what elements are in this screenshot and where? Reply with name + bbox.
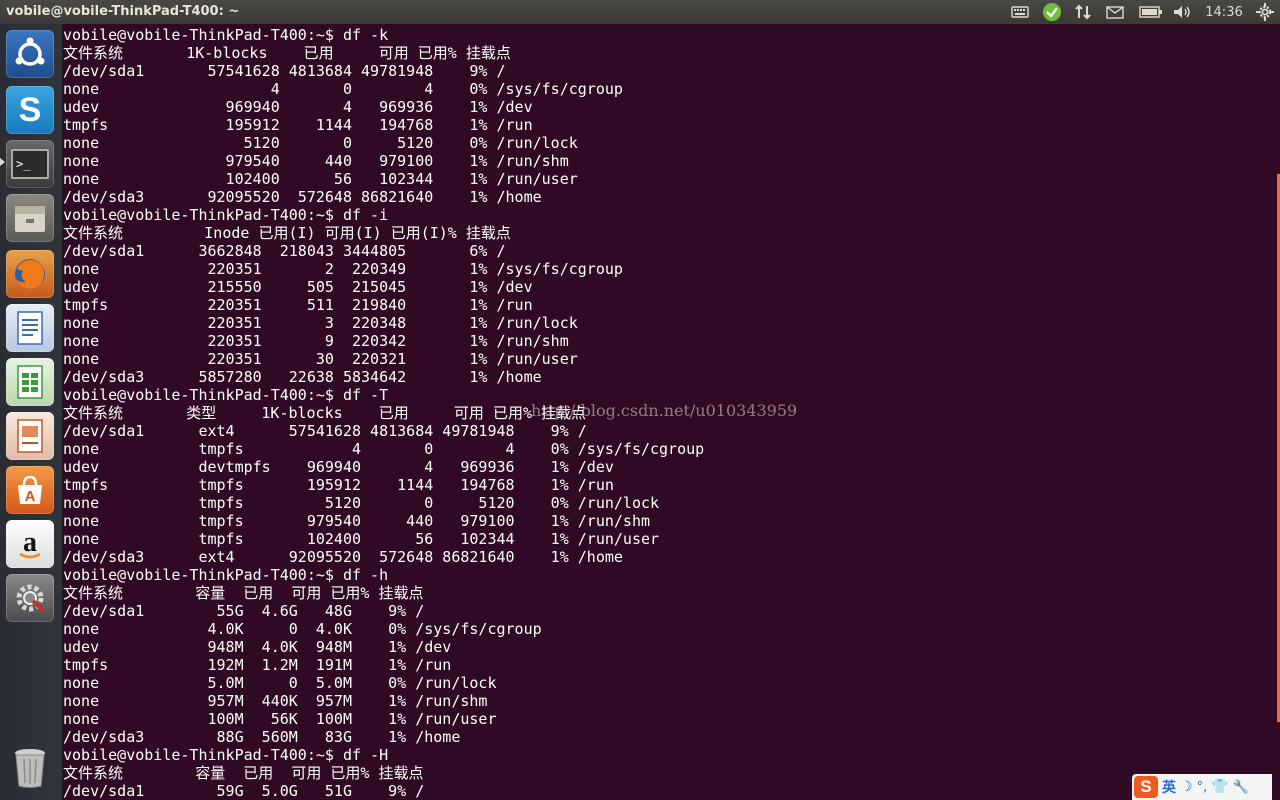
sogou-logo-icon[interactable]: S (1134, 776, 1158, 798)
ime-mode-label[interactable]: 英 (1162, 777, 1176, 797)
output-line: 文件系统 1K-blocks 已用 可用 已用% 挂载点 (63, 44, 511, 62)
window-title: vobile@vobile-ThinkPad-T400: ~ (6, 4, 240, 19)
output-line: udev 969940 4 969936 1% /dev (63, 98, 533, 116)
output-line: /dev/sda3 88G 560M 83G 1% /home (63, 728, 461, 746)
launcher: S >_ A a (0, 24, 63, 800)
output-line: none 220351 3 220348 1% /run/lock (63, 314, 578, 332)
watermark: http://blog.csdn.net/u010343959 (531, 401, 798, 420)
writer-icon[interactable] (6, 304, 54, 352)
prompt-line: vobile@vobile-ThinkPad-T400:~$ df -i (63, 206, 389, 224)
skype-icon[interactable]: S (6, 86, 54, 134)
output-line: tmpfs 195912 1144 194768 1% /run (63, 116, 533, 134)
prompt-line: vobile@vobile-ThinkPad-T400:~$ df -H (63, 746, 389, 764)
amazon-icon[interactable]: a (6, 520, 54, 568)
output-line: /dev/sda1 3662848 218043 3444805 6% / (63, 242, 506, 260)
launcher-pip (0, 158, 5, 166)
output-line: none tmpfs 102400 56 102344 1% /run/user (63, 530, 660, 548)
terminal-window[interactable]: vobile@vobile-ThinkPad-T400:~$ df -k 文件系统… (63, 24, 1280, 800)
output-line: none 220351 30 220321 1% /run/user (63, 350, 578, 368)
output-line: none 5.0M 0 5.0M 0% /run/lock (63, 674, 497, 692)
moon-icon[interactable]: ☽ (1180, 779, 1193, 795)
shirt-icon[interactable]: 👕 (1211, 779, 1228, 795)
output-line: none 4 0 4 0% /sys/fs/cgroup (63, 80, 623, 98)
ubuntu-dash-icon[interactable] (6, 30, 54, 78)
output-line: 文件系统 容量 已用 可用 已用% 挂载点 (63, 764, 424, 782)
keyboard-icon[interactable] (1010, 0, 1030, 24)
clock[interactable]: 14:36 (1204, 0, 1244, 24)
output-line: none 102400 56 102344 1% /run/user (63, 170, 578, 188)
output-line: udev 948M 4.0K 948M 1% /dev (63, 638, 452, 656)
output-line: udev devtmpfs 969940 4 969936 1% /dev (63, 458, 614, 476)
prompt-line: vobile@vobile-ThinkPad-T400:~$ df -k (63, 26, 389, 44)
output-line: tmpfs 220351 511 219840 1% /run (63, 296, 533, 314)
update-check-icon[interactable] (1040, 0, 1064, 24)
firefox-icon[interactable] (6, 250, 54, 298)
output-line: none 5120 0 5120 0% /run/lock (63, 134, 578, 152)
file-manager-icon[interactable] (6, 194, 54, 242)
output-line: tmpfs 192M 1.2M 191M 1% /run (63, 656, 452, 674)
svg-text:A: A (25, 488, 36, 505)
impress-icon[interactable] (6, 412, 54, 460)
terminal-icon[interactable]: >_ (6, 140, 54, 188)
output-line: none tmpfs 5120 0 5120 0% /run/lock (63, 494, 660, 512)
output-line: /dev/sda3 92095520 572648 86821640 1% /h… (63, 188, 542, 206)
top-panel: vobile@vobile-ThinkPad-T400: ~ 14:36 (0, 0, 1280, 24)
software-center-icon[interactable]: A (6, 466, 54, 514)
output-line: none 957M 440K 957M 1% /run/shm (63, 692, 488, 710)
wrench-icon[interactable]: 🔧 (1233, 780, 1249, 795)
output-line: /dev/sda1 ext4 57541628 4813684 49781948… (63, 422, 587, 440)
svg-text:a: a (23, 527, 37, 558)
output-line: /dev/sda3 ext4 92095520 572648 86821640 … (63, 548, 623, 566)
output-line: udev 215550 505 215045 1% /dev (63, 278, 533, 296)
output-line: none 220351 2 220349 1% /sys/fs/cgroup (63, 260, 623, 278)
system-settings-icon[interactable] (6, 574, 54, 622)
output-line: /dev/sda1 59G 5.0G 51G 9% / (63, 782, 425, 800)
output-line: /dev/sda3 5857280 22638 5834642 1% /home (63, 368, 542, 386)
output-line: none tmpfs 979540 440 979100 1% /run/shm (63, 512, 650, 530)
volume-icon[interactable] (1172, 0, 1194, 24)
network-arrows-icon[interactable] (1072, 0, 1094, 24)
punctuation-icon[interactable]: °, (1197, 780, 1208, 795)
mail-icon[interactable] (1104, 0, 1126, 24)
output-line: 文件系统 Inode 已用(I) 可用(I) 已用(I)% 挂载点 (63, 224, 511, 242)
battery-icon[interactable] (1138, 0, 1164, 24)
gear-icon[interactable] (1254, 0, 1276, 24)
output-line: none 100M 56K 100M 1% /run/user (63, 710, 497, 728)
output-line: none 979540 440 979100 1% /run/shm (63, 152, 569, 170)
ime-toolbar[interactable]: S 英 ☽ °, 👕 🔧 (1132, 774, 1272, 800)
prompt-line: vobile@vobile-ThinkPad-T400:~$ df -h (63, 566, 389, 584)
output-line: none 4.0K 0 4.0K 0% /sys/fs/cgroup (63, 620, 542, 638)
output-line: /dev/sda1 55G 4.6G 48G 9% / (63, 602, 425, 620)
output-line: tmpfs tmpfs 195912 1144 194768 1% /run (63, 476, 614, 494)
output-line: none 220351 9 220342 1% /run/shm (63, 332, 569, 350)
output-line: /dev/sda1 57541628 4813684 49781948 9% / (63, 62, 506, 80)
output-line: 文件系统 容量 已用 可用 已用% 挂载点 (63, 584, 424, 602)
output-line: none tmpfs 4 0 4 0% /sys/fs/cgroup (63, 440, 705, 458)
trash-icon[interactable] (6, 744, 54, 792)
calc-icon[interactable] (6, 358, 54, 406)
